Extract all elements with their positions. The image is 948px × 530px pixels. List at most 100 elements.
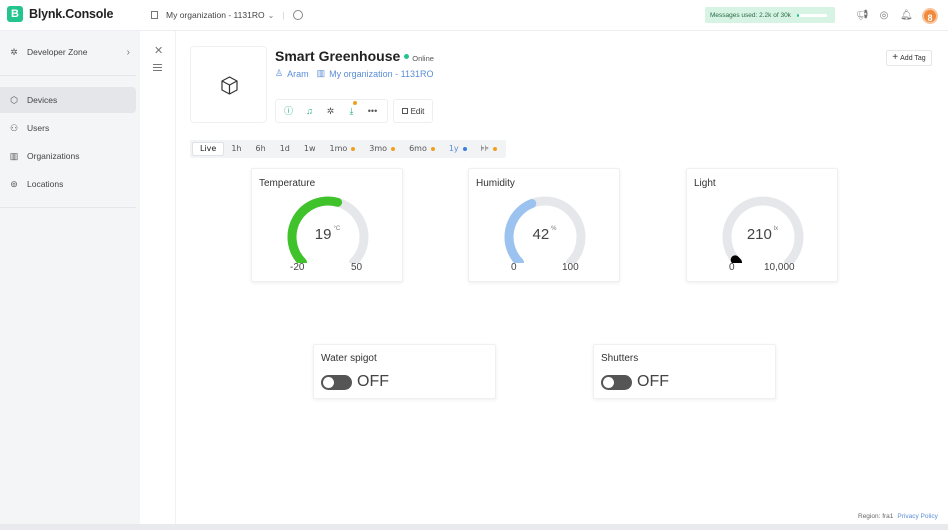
device-image	[190, 46, 267, 123]
developer-zone-icon: ✲	[10, 46, 18, 57]
sidebar-item-users[interactable]: ⚇ Users	[0, 115, 136, 141]
switch-row: OFF	[321, 373, 389, 391]
switch-card-water-spigot: Water spigot OFF	[313, 344, 496, 399]
user-icon: ♙	[275, 68, 284, 78]
device-organization-link[interactable]: My organization - 1131RO	[329, 69, 433, 79]
tab-period[interactable]: 6h	[249, 142, 273, 156]
tab-period[interactable]: 1d	[273, 142, 297, 156]
gauge-card-light: Light 210 lx 0 10,000	[686, 168, 838, 282]
period-indicator-dot	[493, 147, 497, 151]
bell-icon[interactable]: 🔔︎	[900, 10, 913, 22]
region-label: Region: fra1	[858, 513, 894, 520]
gauge-unit: lx	[773, 226, 779, 232]
sidebar-divider	[0, 75, 136, 76]
sidebar-item-label: Developer Zone	[27, 47, 88, 57]
organizations-icon: ▥	[9, 150, 19, 161]
sidebar-item-developer-zone[interactable]: ✲ Developer Zone ›	[0, 39, 136, 65]
gauge-value: 210 lx	[687, 226, 838, 243]
add-tag-label: Add Tag	[900, 54, 926, 62]
switch-card-shutters: Shutters OFF	[593, 344, 776, 399]
privacy-policy-link[interactable]: Privacy Policy	[897, 513, 937, 520]
sidebar-item-label: Devices	[27, 95, 58, 105]
gauge-card-humidity: Humidity 42% 0 100	[468, 168, 620, 282]
info-icon[interactable]: ⓘ	[282, 105, 295, 117]
tab-period[interactable]: 1y	[442, 142, 474, 156]
tab-period[interactable]: 1w	[297, 142, 323, 156]
tab-period[interactable]: 1h	[224, 142, 248, 156]
tab-period-label: 6h	[255, 144, 266, 153]
toggle-knob	[603, 376, 614, 388]
period-indicator-dot	[430, 147, 435, 151]
edit-button-label: Edit	[410, 106, 425, 116]
panel-divider	[175, 31, 176, 524]
sidebar-item-label: Locations	[27, 179, 64, 189]
device-status: Online	[412, 54, 434, 63]
gauge-min-label: 0	[511, 262, 517, 273]
close-icon[interactable]: ✕	[154, 44, 163, 57]
gauge-value-number: 19	[314, 226, 332, 243]
top-bar: B Blynk.Console My organization - 1131RO…	[0, 0, 948, 31]
tab-period[interactable]: 6mo	[402, 142, 442, 156]
tab-period[interactable]: 3mo	[362, 142, 402, 156]
tab-period-label: 1mo	[329, 144, 348, 153]
tab-period[interactable]: Live	[192, 142, 225, 156]
period-indicator-dot	[351, 147, 356, 151]
app-logo[interactable]: B Blynk.Console	[7, 6, 113, 22]
device-meta: ♙ Aram ▥ My organization - 1131RO	[275, 68, 438, 79]
tab-period-label: 1h	[231, 144, 242, 153]
gauge-unit: %	[551, 226, 557, 232]
gauge-value-arc	[730, 255, 743, 263]
device-action-bar: ⓘ ♫ ✲ ⤓ •••	[275, 99, 388, 123]
megaphone-icon[interactable]: 📢︎	[856, 10, 869, 22]
footer: Region: fra1 Privacy Policy	[858, 513, 938, 520]
cube-icon	[221, 76, 238, 95]
add-tag-button[interactable]: + Add Tag	[886, 50, 932, 66]
tab-period-label: 6mo	[409, 144, 427, 153]
divider: |	[282, 10, 285, 20]
organization-switcher-label: My organization - 1131RO	[166, 10, 265, 20]
tab-period[interactable]: 1mo	[323, 142, 363, 156]
cube-icon: ⬡	[10, 94, 18, 105]
horizontal-scrollbar[interactable]	[0, 524, 948, 530]
update-available-dot	[353, 101, 357, 105]
gauge-value-number: 210	[746, 226, 772, 243]
sidebar-item-locations[interactable]: ⊚ Locations	[0, 171, 136, 197]
switch-row: OFF	[601, 373, 669, 391]
messages-usage-badge[interactable]: Messages used: 2.2k of 30k	[705, 7, 835, 23]
time-period-tabs: Live 1h 6h 1d 1w 1mo 3mo 6mo 1y ⊧⊧	[190, 140, 506, 158]
period-indicator-dot	[462, 147, 467, 151]
gauge-min-label: 0	[729, 262, 735, 273]
menu-icon[interactable]	[153, 64, 162, 73]
logo-mark: B	[7, 6, 23, 22]
users-icon: ⚇	[9, 122, 19, 133]
device-owner-link[interactable]: Aram	[287, 69, 309, 79]
app-name: Blynk.Console	[29, 7, 114, 21]
switch-state: OFF	[357, 373, 389, 390]
tab-period-label: 3mo	[369, 144, 388, 153]
tab-period[interactable]: ⊧⊧	[474, 142, 504, 156]
help-icon[interactable]: ◎	[878, 10, 890, 22]
tab-period-label: 1w	[303, 144, 316, 153]
edit-button[interactable]: Edit	[393, 99, 433, 123]
organization-switcher[interactable]: My organization - 1131RO ⌄ |	[151, 10, 303, 20]
messages-usage-label: Messages used: 2.2k of 30k	[710, 11, 791, 19]
gauge-card-temperature: Temperature 19 °C -20 50	[251, 168, 403, 282]
gear-icon[interactable]	[292, 10, 303, 20]
bell-icon[interactable]: ♫	[303, 105, 316, 117]
sidebar-item-organizations[interactable]: ▥ Organizations	[0, 143, 136, 169]
gauge-value: 19 °C	[252, 226, 403, 243]
gauge-min-label: -20	[290, 262, 305, 273]
avatar[interactable]: 8	[922, 8, 938, 24]
more-icon[interactable]: •••	[366, 105, 379, 117]
developer-tools-icon[interactable]: ✲	[324, 105, 337, 117]
period-indicator-dot	[391, 147, 396, 151]
online-status-dot	[404, 54, 410, 59]
download-icon[interactable]: ⤓	[345, 101, 358, 117]
switch-state: OFF	[637, 373, 669, 390]
sidebar-item-label: Organizations	[27, 151, 80, 161]
shutters-toggle[interactable]	[601, 374, 632, 390]
gauge-max-label: 100	[562, 262, 579, 273]
sidebar-item-devices[interactable]: ⬡ Devices	[0, 87, 136, 113]
water-spigot-toggle[interactable]	[321, 374, 352, 390]
switch-title: Water spigot	[321, 353, 377, 364]
